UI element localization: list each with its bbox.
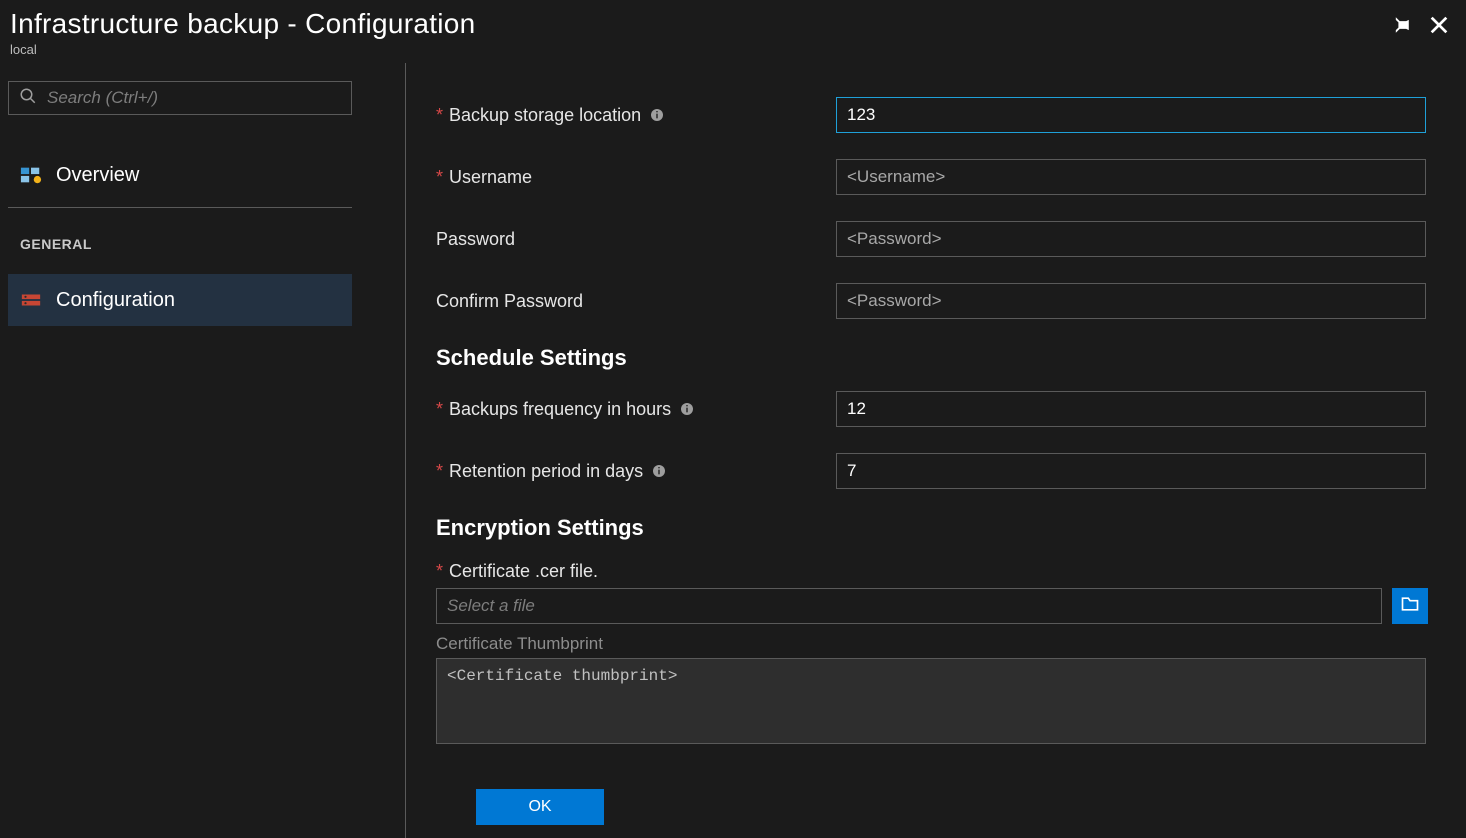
page-title: Infrastructure backup - Configuration — [10, 8, 1390, 40]
form-panel: * Backup storage location * Username Pas… — [406, 63, 1466, 838]
page-subtitle: local — [10, 42, 1390, 57]
label-certificate: Certificate .cer file. — [449, 561, 598, 582]
browse-file-button[interactable] — [1392, 588, 1428, 624]
sidebar-item-configuration[interactable]: Configuration — [8, 274, 352, 326]
configuration-icon — [20, 289, 42, 311]
required-marker: * — [436, 105, 443, 126]
pin-icon[interactable] — [1390, 14, 1412, 36]
frequency-input[interactable] — [836, 391, 1426, 427]
required-marker: * — [436, 399, 443, 420]
label-frequency: Backups frequency in hours — [449, 399, 671, 420]
info-icon[interactable] — [651, 463, 667, 479]
search-input[interactable] — [37, 88, 341, 108]
ok-button[interactable]: OK — [476, 789, 604, 825]
sidebar-item-overview[interactable]: Overview — [8, 149, 352, 201]
close-icon[interactable] — [1428, 14, 1450, 36]
folder-icon — [1400, 594, 1420, 619]
sidebar-item-label: Overview — [56, 164, 139, 187]
sidebar-group-general: GENERAL — [20, 236, 379, 252]
confirm-password-input[interactable] — [836, 283, 1426, 319]
storage-location-input[interactable] — [836, 97, 1426, 133]
password-input[interactable] — [836, 221, 1426, 257]
label-confirm-password: Confirm Password — [436, 291, 583, 312]
search-icon — [19, 87, 37, 110]
required-marker: * — [436, 167, 443, 188]
thumbprint-textarea[interactable] — [436, 658, 1426, 744]
section-schedule-settings: Schedule Settings — [436, 345, 1446, 371]
info-icon[interactable] — [649, 107, 665, 123]
overview-icon — [20, 164, 42, 186]
label-password: Password — [436, 229, 515, 250]
label-thumbprint: Certificate Thumbprint — [436, 634, 1446, 654]
divider — [8, 207, 352, 208]
label-storage: Backup storage location — [449, 105, 641, 126]
certificate-file-input[interactable] — [436, 588, 1382, 624]
username-input[interactable] — [836, 159, 1426, 195]
required-marker: * — [436, 561, 443, 582]
sidebar-item-label: Configuration — [56, 289, 175, 312]
label-username: Username — [449, 167, 532, 188]
blade-header: Infrastructure backup - Configuration lo… — [0, 0, 1466, 63]
info-icon[interactable] — [679, 401, 695, 417]
sidebar: Overview GENERAL Configuration — [0, 63, 406, 838]
retention-input[interactable] — [836, 453, 1426, 489]
section-encryption-settings: Encryption Settings — [436, 515, 1446, 541]
search-box[interactable] — [8, 81, 352, 115]
label-retention: Retention period in days — [449, 461, 643, 482]
required-marker: * — [436, 461, 443, 482]
